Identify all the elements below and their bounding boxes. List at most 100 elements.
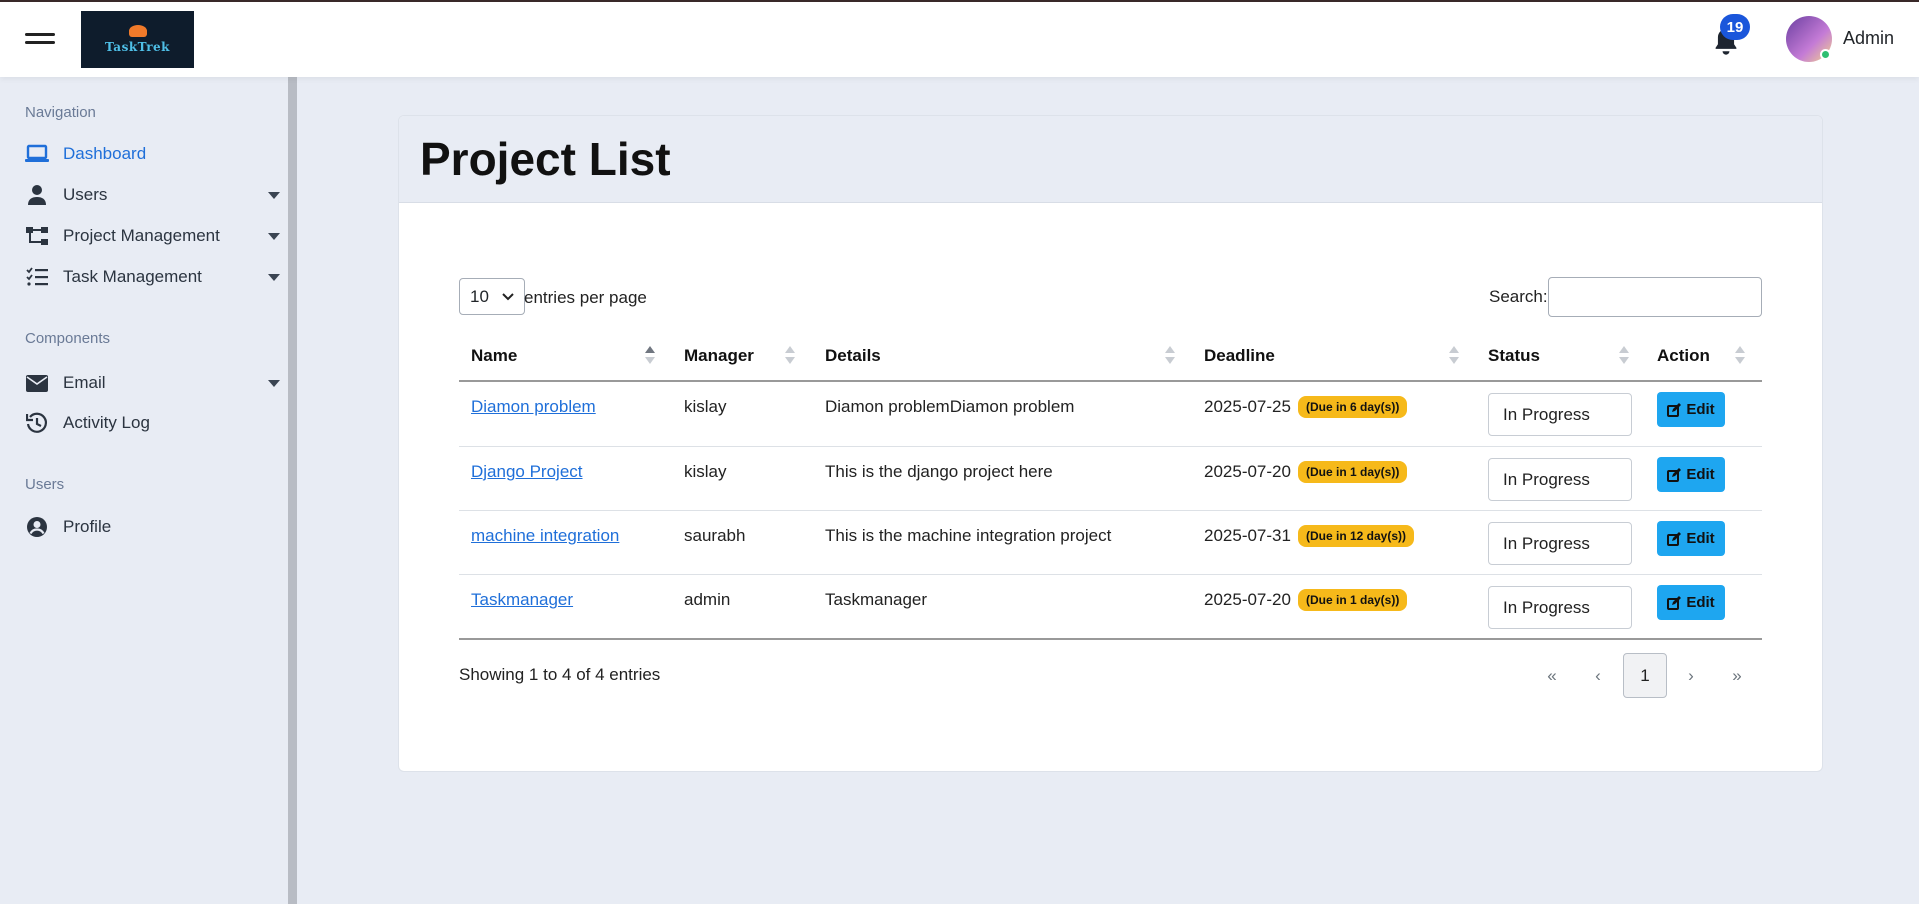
sort-icon[interactable] [1735,346,1745,366]
user-icon [25,184,49,206]
sidebar-item-label: Email [63,373,106,392]
details-cell: This is the django project here [825,462,1053,481]
due-badge: (Due in 1 day(s)) [1298,589,1408,611]
search-input[interactable] [1548,277,1762,317]
sort-icon[interactable] [1619,346,1629,366]
entries-per-page-label: entries per page [524,288,647,307]
edit-button-label: Edit [1686,466,1715,483]
online-status-dot [1820,49,1831,60]
sidebar-item-activity-log[interactable]: Activity Log [25,406,280,440]
due-badge: (Due in 6 day(s)) [1298,396,1408,418]
row-divider [459,446,1762,447]
project-name-link[interactable]: Taskmanager [471,590,573,610]
sidebar-item-label: Project Management [63,226,220,245]
status-select[interactable]: In Progress [1488,458,1632,501]
app-logo[interactable]: TaskTrek [81,11,194,68]
top-bar: TaskTrek [0,2,1919,77]
sort-icon[interactable] [1165,346,1175,366]
pagination-next[interactable]: › [1669,653,1713,698]
manager-cell: saurabh [684,526,746,545]
due-badge: (Due in 1 day(s)) [1298,461,1408,483]
edit-icon [1667,467,1682,482]
sidebar-item-label: Activity Log [63,413,150,432]
caret-down-icon [268,274,280,281]
sidebar-item-users[interactable]: Users [25,178,280,212]
list-check-icon [25,266,49,288]
details-cell: Diamon problemDiamon problem [825,397,1075,416]
pagination-page-current[interactable]: 1 [1623,653,1667,698]
sidebar-item-label: Users [63,185,108,204]
sidebar-item-profile[interactable]: Profile [25,510,280,544]
edit-button[interactable]: Edit [1657,392,1725,427]
sitemap-icon [25,225,49,247]
search-label: Search: [1489,287,1548,306]
sidebar-scrollbar[interactable] [288,77,297,904]
column-header-name[interactable]: Name [471,346,517,366]
edit-button[interactable]: Edit [1657,585,1725,620]
entries-per-page-select[interactable]: 10 [459,278,525,315]
sidebar-item-task-management[interactable]: Task Management [25,260,280,294]
table-header-divider [459,380,1762,382]
deadline-cell: 2025-07-31 [1204,526,1291,545]
column-header-action[interactable]: Action [1657,346,1710,366]
caret-down-icon [268,192,280,199]
sidebar-heading-navigation: Navigation [25,104,96,121]
notification-badge: 19 [1720,14,1750,40]
sort-icon[interactable] [1449,346,1459,366]
project-name-link[interactable]: machine integration [471,526,619,546]
history-icon [25,412,49,434]
manager-cell: kislay [684,462,727,481]
sidebar-item-dashboard[interactable]: Dashboard [25,137,280,171]
menu-toggle-icon[interactable] [25,33,55,47]
caret-down-icon [268,233,280,240]
deadline-cell: 2025-07-20 [1204,590,1291,609]
deadline-cell: 2025-07-20 [1204,462,1291,481]
status-select[interactable]: In Progress [1488,393,1632,436]
user-name[interactable]: Admin [1843,28,1894,49]
status-select[interactable]: In Progress [1488,586,1632,629]
edit-button-label: Edit [1686,594,1715,611]
sidebar-item-label: Task Management [63,267,202,286]
sort-icon[interactable] [645,346,655,366]
due-badge: (Due in 12 day(s)) [1298,525,1415,547]
project-name-link[interactable]: Diamon problem [471,397,596,417]
table-footer-divider [459,638,1762,640]
envelope-icon [25,372,49,394]
pagination-first[interactable]: « [1530,653,1574,698]
edit-button-label: Edit [1686,530,1715,547]
edit-button[interactable]: Edit [1657,521,1725,556]
sidebar-item-label: Profile [63,517,112,536]
page-title: Project List [420,133,671,185]
sidebar-item-project-management[interactable]: Project Management [25,219,280,253]
column-header-deadline[interactable]: Deadline [1204,346,1275,366]
row-divider [459,510,1762,511]
entries-per-page-value: 10 [470,286,489,306]
card-header: Project List [399,116,1822,203]
sidebar-heading-components: Components [25,330,111,347]
details-cell: Taskmanager [825,590,928,609]
deadline-cell: 2025-07-25 [1204,397,1291,416]
details-cell: This is the machine integration project [825,526,1112,545]
caret-down-icon [268,380,280,387]
user-circle-icon [25,516,49,538]
edit-button-label: Edit [1686,401,1715,418]
logo-text: TaskTrek [105,40,170,54]
edit-icon [1667,402,1682,417]
row-divider [459,574,1762,575]
column-header-details[interactable]: Details [825,346,881,366]
chevron-down-icon [502,292,514,300]
edit-icon [1667,595,1682,610]
sidebar-heading-users: Users [25,476,65,493]
sidebar-item-label: Dashboard [63,144,147,163]
sort-icon[interactable] [785,346,795,366]
manager-cell: admin [684,590,731,609]
column-header-status[interactable]: Status [1488,346,1540,366]
table-info: Showing 1 to 4 of 4 entries [459,665,661,684]
pagination-prev[interactable]: ‹ [1576,653,1620,698]
column-header-manager[interactable]: Manager [684,346,754,366]
edit-button[interactable]: Edit [1657,457,1725,492]
pagination-last[interactable]: » [1715,653,1759,698]
status-select[interactable]: In Progress [1488,522,1632,565]
sidebar-item-email[interactable]: Email [25,366,280,400]
project-name-link[interactable]: Django Project [471,462,583,482]
